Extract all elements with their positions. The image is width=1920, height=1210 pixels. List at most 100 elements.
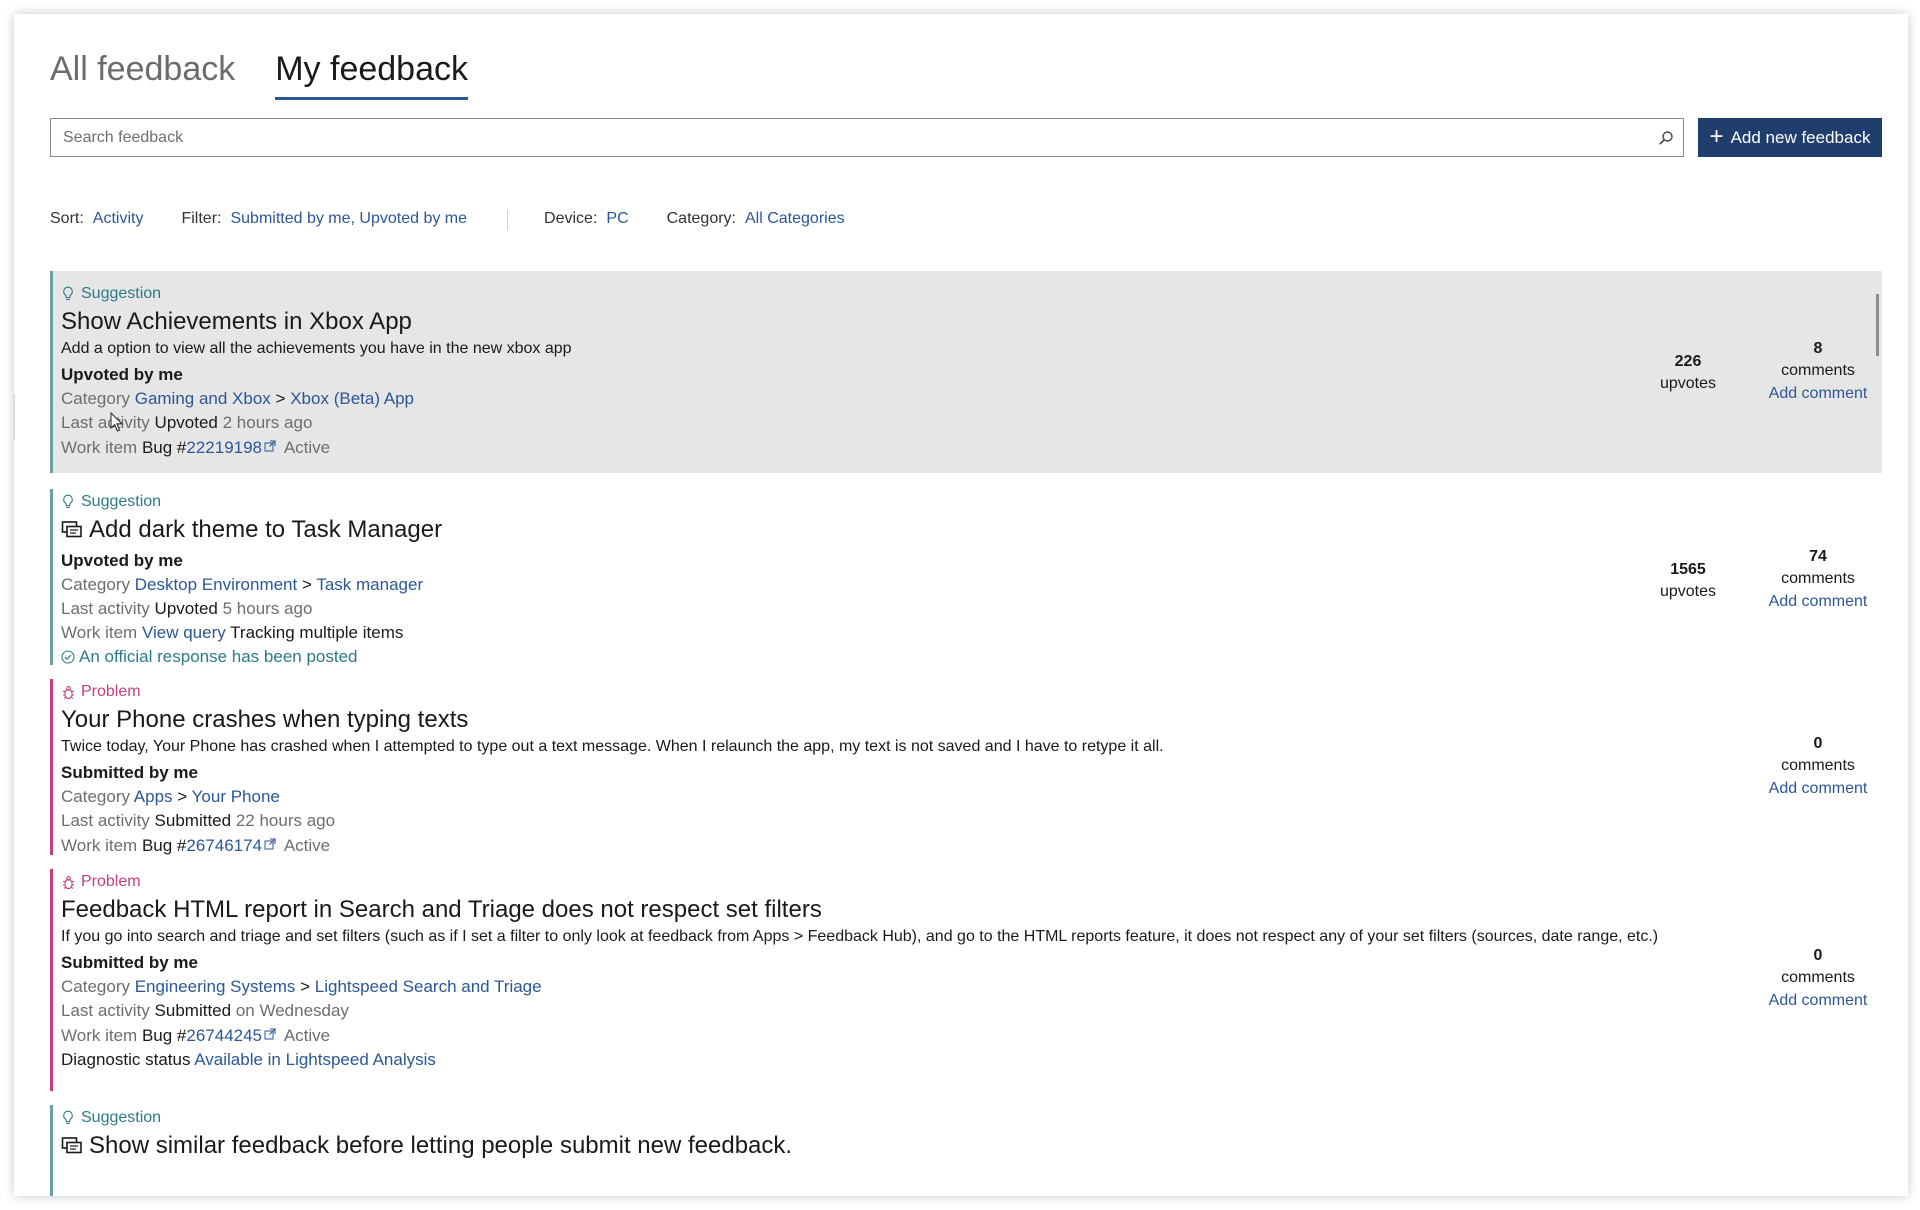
category-child-link[interactable]: Your Phone <box>192 787 280 806</box>
list-scrollbar-thumb[interactable] <box>1876 294 1879 356</box>
bug-state: Active <box>283 438 331 457</box>
search-row: + Add new feedback <box>50 118 1882 158</box>
multiple-items-icon <box>61 1136 83 1156</box>
official-response[interactable]: An official response has been posted <box>61 645 1872 669</box>
device-dropdown[interactable]: PC <box>606 210 628 228</box>
category-child-link[interactable]: Task manager <box>316 575 423 594</box>
activity-action: Upvoted <box>154 599 218 618</box>
upvote-count[interactable]: 226 upvotes <box>1643 351 1733 395</box>
bug-prefix: Bug # <box>141 438 187 457</box>
comment-count: 74 <box>1809 548 1827 565</box>
feedback-title[interactable]: Add dark theme to Task Manager <box>61 515 1872 545</box>
feedback-type-label: Problem <box>81 683 141 700</box>
feedback-type: Suggestion <box>61 1107 1872 1129</box>
add-comment-link[interactable]: Add comment <box>1753 777 1882 801</box>
last-activity-label: Last activity <box>61 599 150 618</box>
feedback-title-text: Your Phone crashes when typing texts <box>61 706 469 733</box>
activity-action: Submitted <box>154 811 232 830</box>
bug-icon <box>61 873 75 891</box>
activity-action: Upvoted <box>154 413 218 432</box>
feedback-item[interactable]: Suggestion Show similar feedback before … <box>50 1105 1882 1196</box>
view-query-link[interactable]: View query <box>142 623 226 642</box>
work-item-row: Work item Bug #26744245 Active <box>61 1023 1872 1048</box>
feedback-item[interactable]: Problem Your Phone crashes when typing t… <box>50 679 1882 855</box>
feedback-title-text: Add dark theme to Task Manager <box>89 516 443 543</box>
last-activity-label: Last activity <box>61 1001 150 1020</box>
tab-all-feedback[interactable]: All feedback <box>50 50 235 100</box>
category-separator: > <box>177 787 188 806</box>
bug-number-link[interactable]: 26746174 <box>186 836 262 855</box>
feedback-title[interactable]: Show similar feedback before letting peo… <box>61 1131 1872 1161</box>
feedback-list: Suggestion Show Achievements in Xbox App… <box>50 271 1882 1196</box>
feedback-description: Add a option to view all the achievement… <box>61 340 572 357</box>
feedback-item[interactable]: Problem Feedback HTML report in Search a… <box>50 869 1882 1091</box>
activity-time: on Wednesday <box>235 1001 349 1020</box>
feedback-item[interactable]: Suggestion Show Achievements in Xbox App… <box>50 271 1882 473</box>
category-separator: > <box>300 977 311 996</box>
feedback-title[interactable]: Your Phone crashes when typing texts <box>61 705 1872 735</box>
last-activity-label: Last activity <box>61 811 150 830</box>
bug-number-link[interactable]: 22219198 <box>186 438 262 457</box>
category-parent-link[interactable]: Apps <box>134 787 173 806</box>
diagnostic-status-row: Diagnostic status Available in Lightspee… <box>61 1048 1872 1072</box>
category-parent-link[interactable]: Engineering Systems <box>135 977 296 996</box>
feedback-hub-window: All feedback My feedback + Add new feedb… <box>14 14 1908 1196</box>
tab-my-feedback[interactable]: My feedback <box>275 50 468 100</box>
work-item-row: Work item Bug #26746174 Active <box>61 833 1872 858</box>
search-icon[interactable] <box>1649 119 1683 156</box>
bug-number-link[interactable]: 26744245 <box>186 1026 262 1045</box>
category-row-label: Category <box>61 977 130 996</box>
category-label: Category: <box>666 210 736 227</box>
bug-prefix: Bug # <box>141 836 187 855</box>
feedback-title[interactable]: Show Achievements in Xbox App <box>61 307 1872 337</box>
item-gap <box>50 473 1882 489</box>
feedback-tabs: All feedback My feedback <box>50 50 468 100</box>
feedback-title[interactable]: Feedback HTML report in Search and Triag… <box>61 895 1872 925</box>
upvote-number: 1565 <box>1670 561 1706 578</box>
external-link-icon <box>264 1023 276 1040</box>
add-comment-link[interactable]: Add comment <box>1753 590 1882 614</box>
bug-icon <box>61 683 75 701</box>
feedback-type-label: Problem <box>81 873 141 890</box>
feedback-description: Twice today, Your Phone has crashed when… <box>61 738 1164 755</box>
category-child-link[interactable]: Xbox (Beta) App <box>290 389 414 408</box>
add-comment-link[interactable]: Add comment <box>1753 382 1882 406</box>
upvote-count[interactable]: 1565 upvotes <box>1643 559 1733 603</box>
filter-divider <box>507 210 509 230</box>
official-response-text: An official response has been posted <box>79 647 358 666</box>
work-item-note: Tracking multiple items <box>230 623 404 642</box>
filter-label: Filter: <box>181 210 222 227</box>
category-dropdown[interactable]: All Categories <box>745 210 845 228</box>
filter-bar: Sort: Activity Filter: Submitted by me, … <box>50 210 845 230</box>
comment-section: 8 comments Add comment <box>1753 338 1882 406</box>
feedback-title-text: Show similar feedback before letting peo… <box>89 1132 793 1159</box>
search-input[interactable] <box>51 119 1649 156</box>
feedback-description: If you go into search and triage and set… <box>61 928 1659 945</box>
filter-dropdown[interactable]: Submitted by me, Upvoted by me <box>230 210 467 228</box>
feedback-status: Submitted by me <box>61 953 198 972</box>
category-row: Category Apps > Your Phone <box>61 785 1872 809</box>
work-item-label: Work item <box>61 836 138 855</box>
category-parent-link[interactable]: Gaming and Xbox <box>135 389 271 408</box>
category-child-link[interactable]: Lightspeed Search and Triage <box>315 977 542 996</box>
diagnostic-status-link[interactable]: Available in Lightspeed Analysis <box>194 1050 436 1069</box>
work-item-label: Work item <box>61 1026 138 1045</box>
feedback-title-text: Show Achievements in Xbox App <box>61 308 412 335</box>
activity-time: 5 hours ago <box>222 599 313 618</box>
feedback-view: All feedback My feedback + Add new feedb… <box>50 14 1882 1196</box>
add-comment-link[interactable]: Add comment <box>1753 989 1882 1013</box>
sort-label: Sort: <box>50 210 84 227</box>
comment-label: comments <box>1781 757 1855 774</box>
sort-dropdown[interactable]: Activity <box>93 210 144 228</box>
add-new-feedback-button[interactable]: + Add new feedback <box>1698 118 1882 157</box>
feedback-type-label: Suggestion <box>81 493 162 510</box>
work-item-row: Work item Bug #22219198 Active <box>61 435 1872 460</box>
lightbulb-icon <box>61 285 75 303</box>
feedback-type: Suggestion <box>61 491 1872 513</box>
feedback-type-label: Suggestion <box>81 1109 162 1126</box>
category-parent-link[interactable]: Desktop Environment <box>135 575 298 594</box>
category-row-label: Category <box>61 389 130 408</box>
comment-label: comments <box>1781 362 1855 379</box>
activity-time: 2 hours ago <box>222 413 313 432</box>
feedback-item[interactable]: Suggestion Add dark theme to Task Manage… <box>50 489 1882 666</box>
